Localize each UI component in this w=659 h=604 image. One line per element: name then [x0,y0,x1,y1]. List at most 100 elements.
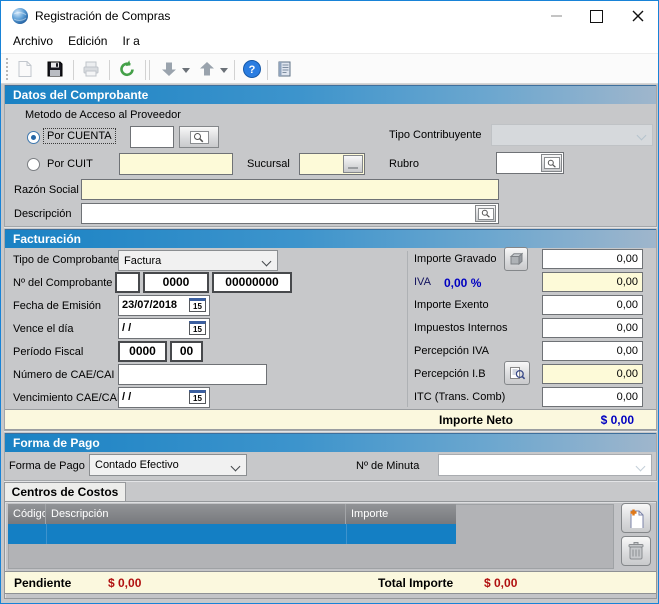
toolbar-separator [234,60,235,80]
percepcion-ib-input[interactable]: 0,00 [542,364,643,384]
iva-input[interactable]: 0,00 [542,272,643,292]
column-header-descripcion: Descripción [46,504,346,524]
app-window: Registración de Compras Archivo Edición … [0,0,659,604]
total-importe-value: $ 0,00 [484,576,517,590]
close-icon [632,10,644,22]
chevron-down-icon [182,68,190,74]
por-cuit-radio[interactable] [27,158,40,171]
percepcion-iva-input[interactable]: 0,00 [542,341,643,361]
delete-row-button[interactable] [621,536,651,566]
chevron-down-icon [636,462,646,472]
percepcion-ib-lookup-button[interactable] [504,361,530,385]
add-document-icon [627,508,645,528]
vencimiento-cae-calendar-button[interactable]: 15 [189,390,206,404]
fecha-emision-label: Fecha de Emisión [13,300,101,312]
rubro-lookup-button[interactable] [541,154,562,172]
toolbar: ? [1,53,658,84]
search-document-icon [509,366,526,381]
periodo-mes-input[interactable]: 00 [170,341,203,362]
pendiente-label: Pendiente [14,576,71,590]
vence-dia-label: Vence el día [13,323,74,335]
column-header-importe: Importe [346,504,456,524]
total-importe-label: Total Importe [378,576,453,590]
maximize-icon [590,10,603,23]
move-down-button[interactable] [157,57,181,81]
blank-icon [348,167,358,169]
itc-input[interactable]: 0,00 [542,387,643,407]
percepcion-ib-label: Percepción I.B [414,368,486,380]
help-button[interactable]: ? [240,57,264,81]
arrow-up-icon [198,60,216,78]
forma-pago-select[interactable]: Contado Efectivo [89,454,247,476]
tipo-contribuyente-select[interactable] [491,124,653,146]
cuenta-lookup-button[interactable] [179,126,219,148]
save-button[interactable] [43,57,67,81]
importe-gravado-tool-button[interactable] [504,247,528,271]
minuta-select[interactable] [438,454,652,476]
percepcion-iva-label: Percepción IVA [414,345,489,357]
totals-bar: Pendiente $ 0,00 Total Importe $ 0,00 [5,571,656,594]
move-up-button[interactable] [195,57,219,81]
maximize-button[interactable] [581,5,611,27]
importe-gravado-input[interactable]: 0,00 [542,249,643,269]
rubro-label: Rubro [389,158,419,170]
tab-centros-de-costos[interactable]: Centros de Costos [4,482,126,501]
razon-social-input[interactable] [81,179,499,200]
periodo-anio-input[interactable]: 0000 [118,341,167,362]
centros-grid-header: CódigoDescripciónImporte [8,504,456,524]
importe-neto-label: Importe Neto [439,413,513,427]
new-document-button[interactable] [13,57,37,81]
menu-edicion[interactable]: Edición [62,31,113,51]
close-button[interactable] [623,5,653,27]
toolbar-gripper[interactable] [6,58,9,80]
print-button[interactable] [79,57,103,81]
importe-neto-value: $ 0,00 [601,413,634,427]
nro-comprobante-numero-input[interactable]: 00000000 [212,272,292,293]
iva-label: IVA [414,276,431,288]
notes-icon [277,60,293,78]
selected-grid-row[interactable] [8,524,456,544]
menu-archivo[interactable]: Archivo [7,31,59,51]
refresh-icon [117,59,137,79]
metodo-acceso-label: Metodo de Acceso al Proveedor [25,109,181,121]
notes-button[interactable] [273,57,297,81]
importe-gravado-label: Importe Gravado [414,253,497,265]
nro-comprobante-pv-input[interactable]: 0000 [143,272,209,293]
nro-comprobante-label: Nº del Comprobante [13,277,112,289]
tipo-contribuyente-label: Tipo Contribuyente [389,129,482,141]
magnifier-icon [478,208,494,220]
menu-ir-a[interactable]: Ir a [117,31,146,51]
minimize-button[interactable] [541,5,571,27]
descripcion-lookup-button[interactable] [475,205,496,222]
section-forma-pago-header: Forma de Pago [5,433,656,452]
por-cuenta-radio[interactable] [27,131,40,144]
minuta-label: Nº de Minuta [356,460,419,472]
nro-comprobante-letra-input[interactable] [115,272,140,293]
vence-dia-calendar-button[interactable]: 15 [189,321,206,335]
print-icon [81,60,101,78]
chevron-down-icon [637,131,647,141]
descripcion-input[interactable] [81,203,499,224]
chevron-down-icon [262,257,272,267]
refresh-button[interactable] [115,57,139,81]
tipo-comprobante-label: Tipo de Comprobante [13,254,119,266]
por-cuenta-label[interactable]: Por CUENTA [44,129,115,143]
add-row-button[interactable] [621,503,651,533]
tipo-comprobante-select[interactable]: Factura [118,250,278,271]
por-cuit-label[interactable]: Por CUIT [47,158,93,170]
move-up-dropdown[interactable] [220,65,228,77]
column-header-codigo: Código [8,504,46,524]
fecha-emision-calendar-button[interactable]: 15 [189,298,206,312]
importe-exento-input[interactable]: 0,00 [542,295,643,315]
numero-cae-input[interactable] [118,364,267,385]
calculator-icon [509,252,523,266]
itc-label: ITC (Trans. Comb) [414,391,505,403]
toolbar-separator [73,60,74,80]
cuenta-input[interactable] [130,126,174,148]
title-bar: Registración de Compras [1,1,658,31]
sucursal-button[interactable] [343,155,363,173]
pendiente-value: $ 0,00 [108,576,141,590]
impuestos-internos-input[interactable]: 0,00 [542,318,643,338]
move-down-dropdown[interactable] [182,65,190,77]
cuit-input[interactable] [119,153,233,175]
